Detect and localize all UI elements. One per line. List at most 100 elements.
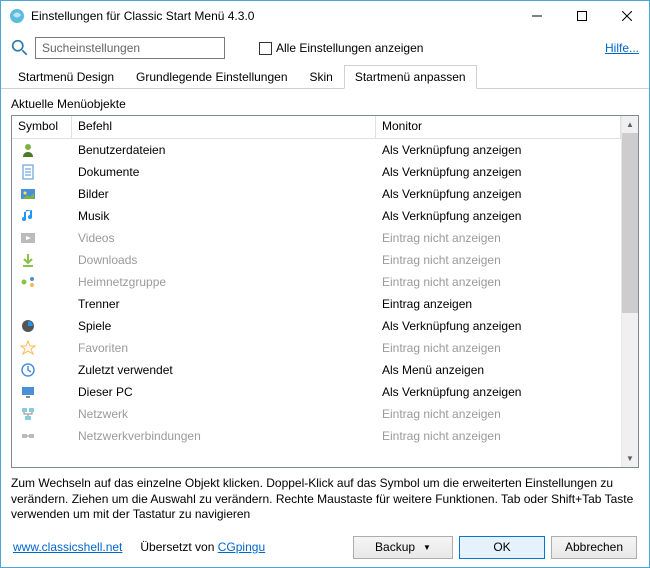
cancel-button[interactable]: Abbrechen — [551, 536, 637, 559]
table-row[interactable]: MusikAls Verknüpfung anzeigen — [12, 205, 621, 227]
table-row[interactable]: BilderAls Verknüpfung anzeigen — [12, 183, 621, 205]
row-icon-cell — [12, 250, 72, 270]
row-monitor: Eintrag anzeigen — [376, 295, 621, 313]
row-monitor: Eintrag nicht anzeigen — [376, 273, 621, 291]
col-header-monitor[interactable]: Monitor — [376, 116, 621, 138]
row-befehl: Netzwerkverbindungen — [72, 427, 376, 445]
table-row[interactable]: SpieleAls Verknüpfung anzeigen — [12, 315, 621, 337]
row-icon-cell — [12, 184, 72, 204]
row-icon-cell — [12, 382, 72, 402]
netconn-icon — [20, 428, 36, 444]
table-row[interactable]: NetzwerkEintrag nicht anzeigen — [12, 403, 621, 425]
row-monitor: Eintrag nicht anzeigen — [376, 251, 621, 269]
backup-button[interactable]: Backup▼ — [353, 536, 453, 559]
table-row[interactable]: VideosEintrag nicht anzeigen — [12, 227, 621, 249]
row-icon-cell — [12, 338, 72, 358]
table-row[interactable]: FavoritenEintrag nicht anzeigen — [12, 337, 621, 359]
toolbar: Alle Einstellungen anzeigen Hilfe... — [1, 31, 649, 65]
row-icon-cell — [12, 426, 72, 446]
row-befehl: Benutzerdateien — [72, 141, 376, 159]
network-icon — [20, 406, 36, 422]
row-befehl: Dieser PC — [72, 383, 376, 401]
show-all-checkbox[interactable] — [259, 42, 272, 55]
row-monitor: Als Verknüpfung anzeigen — [376, 383, 621, 401]
table-row[interactable]: Zuletzt verwendetAls Menü anzeigen — [12, 359, 621, 381]
row-befehl: Musik — [72, 207, 376, 225]
hint-text: Zum Wechseln auf das einzelne Objekt kli… — [1, 472, 649, 527]
website-link[interactable]: www.classicshell.net — [13, 540, 122, 554]
row-monitor: Eintrag nicht anzeigen — [376, 427, 621, 445]
row-befehl: Zuletzt verwendet — [72, 361, 376, 379]
row-monitor: Als Verknüpfung anzeigen — [376, 185, 621, 203]
tabs: Startmenü Design Grundlegende Einstellun… — [1, 65, 649, 89]
doc-icon — [20, 164, 36, 180]
scroll-down-button[interactable]: ▼ — [622, 450, 638, 467]
row-icon-cell — [12, 316, 72, 336]
window-title: Einstellungen für Classic Start Menü 4.3… — [31, 9, 514, 23]
scroll-up-button[interactable]: ▲ — [622, 116, 638, 133]
user-icon — [20, 142, 36, 158]
games-icon — [20, 318, 36, 334]
row-monitor: Als Verknüpfung anzeigen — [376, 317, 621, 335]
menu-items-grid: Symbol Befehl Monitor BenutzerdateienAls… — [11, 115, 639, 468]
col-header-symbol[interactable]: Symbol — [12, 116, 72, 138]
titlebar: Einstellungen für Classic Start Menü 4.3… — [1, 1, 649, 31]
row-monitor: Eintrag nicht anzeigen — [376, 229, 621, 247]
scroll-thumb[interactable] — [622, 133, 638, 313]
row-befehl: Favoriten — [72, 339, 376, 357]
maximize-button[interactable] — [559, 1, 604, 31]
vertical-scrollbar[interactable]: ▲ ▼ — [621, 116, 638, 467]
recent-icon — [20, 362, 36, 378]
row-monitor: Eintrag nicht anzeigen — [376, 405, 621, 423]
row-icon-cell — [12, 228, 72, 248]
table-row[interactable]: DownloadsEintrag nicht anzeigen — [12, 249, 621, 271]
table-row[interactable]: NetzwerkverbindungenEintrag nicht anzeig… — [12, 425, 621, 447]
table-row[interactable]: TrennerEintrag anzeigen — [12, 293, 621, 315]
search-input[interactable] — [35, 37, 225, 59]
scroll-track[interactable] — [622, 313, 638, 450]
tab-content: Aktuelle Menüobjekte Symbol Befehl Monit… — [1, 89, 649, 472]
row-monitor: Als Verknüpfung anzeigen — [376, 163, 621, 181]
help-link[interactable]: Hilfe... — [605, 41, 639, 55]
show-all-label: Alle Einstellungen anzeigen — [276, 41, 423, 55]
row-befehl: Videos — [72, 229, 376, 247]
row-befehl: Bilder — [72, 185, 376, 203]
show-all-checkbox-wrap[interactable]: Alle Einstellungen anzeigen — [259, 41, 423, 55]
row-monitor: Als Verknüpfung anzeigen — [376, 141, 621, 159]
row-befehl: Dokumente — [72, 163, 376, 181]
close-button[interactable] — [604, 1, 649, 31]
footer: www.classicshell.net Übersetzt von CGpin… — [1, 527, 649, 567]
row-monitor: Als Verknüpfung anzeigen — [376, 207, 621, 225]
credit-text: Übersetzt von CGpingu — [140, 540, 265, 554]
row-befehl: Heimnetzgruppe — [72, 273, 376, 291]
tab-skin[interactable]: Skin — [299, 65, 344, 88]
row-monitor: Als Menü anzeigen — [376, 361, 621, 379]
col-header-befehl[interactable]: Befehl — [72, 116, 376, 138]
table-row[interactable]: DokumenteAls Verknüpfung anzeigen — [12, 161, 621, 183]
table-row[interactable]: Dieser PCAls Verknüpfung anzeigen — [12, 381, 621, 403]
tab-startmenu-design[interactable]: Startmenü Design — [7, 65, 125, 88]
download-icon — [20, 252, 36, 268]
row-icon-cell — [12, 302, 72, 306]
grid-header: Symbol Befehl Monitor — [12, 116, 621, 139]
row-befehl: Downloads — [72, 251, 376, 269]
ok-button[interactable]: OK — [459, 536, 545, 559]
table-row[interactable]: HeimnetzgruppeEintrag nicht anzeigen — [12, 271, 621, 293]
picture-icon — [20, 186, 36, 202]
tab-customize-startmenu[interactable]: Startmenü anpassen — [344, 65, 477, 89]
table-row[interactable]: BenutzerdateienAls Verknüpfung anzeigen — [12, 139, 621, 161]
row-icon-cell — [12, 162, 72, 182]
row-icon-cell — [12, 360, 72, 380]
row-befehl: Netzwerk — [72, 405, 376, 423]
pc-icon — [20, 384, 36, 400]
video-icon — [20, 230, 36, 246]
row-monitor: Eintrag nicht anzeigen — [376, 339, 621, 357]
tab-basic-settings[interactable]: Grundlegende Einstellungen — [125, 65, 298, 88]
minimize-button[interactable] — [514, 1, 559, 31]
row-icon-cell — [12, 272, 72, 292]
row-befehl: Spiele — [72, 317, 376, 335]
search-icon — [11, 39, 29, 57]
star-icon — [20, 340, 36, 356]
music-icon — [20, 208, 36, 224]
translator-link[interactable]: CGpingu — [218, 540, 265, 554]
